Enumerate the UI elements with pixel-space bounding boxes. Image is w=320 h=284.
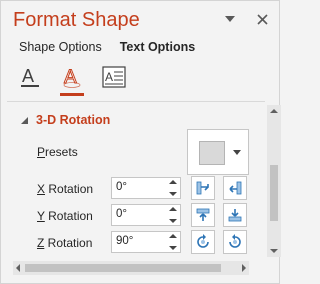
spin-up-icon[interactable] [169,207,177,211]
text-fill-outline-icon: A [21,66,39,87]
section-title: 3-D Rotation [36,113,111,127]
text-fill-outline-button[interactable]: A [17,63,43,91]
icon-tabs: A A A [17,63,127,96]
separator [7,101,265,102]
tab-text-options[interactable]: Text Options [120,40,195,54]
x-rotation-letter: X [37,182,46,196]
text-effects-icon: A [64,67,81,89]
scroll-up-icon[interactable] [270,109,278,113]
section-header-3d-rotation[interactable]: 3-D Rotation [21,113,110,127]
rotate-down-icon [228,209,242,222]
y-rotation-letter: Y [37,209,45,223]
tab-shape-options[interactable]: Shape Options [19,40,102,54]
scroll-left-icon[interactable] [16,264,20,272]
y-rotation-rest: Rotation [44,209,93,223]
spin-down-icon[interactable] [169,246,177,250]
spin-down-icon[interactable] [169,192,177,196]
x-rotation-left-button[interactable] [191,176,215,200]
spin-down-icon[interactable] [169,219,177,223]
z-rotation-value[interactable]: 90° [116,235,133,247]
z-rotation-label: Z Rotation [37,236,92,250]
y-rotation-spinner[interactable]: 0° [111,204,181,226]
svg-text:A: A [64,67,77,88]
y-rotation-value[interactable]: 0° [116,208,127,220]
textbox-icon: A [102,66,126,88]
z-rotation-clockwise-button[interactable] [223,230,247,254]
dropdown-arrow-icon [233,150,241,155]
x-rotation-spinner[interactable]: 0° [111,177,181,199]
horizontal-scrollbar[interactable] [13,261,249,275]
spin-up-icon[interactable] [169,234,177,238]
rotate-counterclockwise-icon [197,234,209,248]
preset-swatch [199,141,225,165]
rotate-up-icon [196,208,210,221]
vertical-scrollbar[interactable] [267,105,281,257]
x-rotation-label: X Rotation [37,182,93,196]
scroll-right-icon[interactable] [242,264,246,272]
x-rotation-value[interactable]: 0° [116,181,127,193]
scroll-down-icon[interactable] [270,249,278,253]
rotate-right-icon [229,181,242,195]
vertical-scroll-thumb[interactable] [270,165,278,221]
svg-text:A: A [22,66,34,86]
rotate-left-icon [196,181,209,195]
presets-dropdown[interactable] [187,129,249,175]
title-buttons [223,10,269,28]
z-rotation-rest: Rotation [44,236,93,250]
z-rotation-counterclockwise-button[interactable] [191,230,215,254]
collapse-triangle-icon [21,116,28,124]
close-icon [256,13,268,25]
y-rotation-down-button[interactable] [223,203,247,227]
format-shape-pane: Format Shape Shape Options Text Options … [0,0,281,284]
chevron-down-icon [225,16,235,22]
rotate-clockwise-icon [229,234,241,248]
x-rotation-right-button[interactable] [223,176,247,200]
spin-arrows [168,207,178,223]
task-pane-options-button[interactable] [223,10,237,28]
y-rotation-up-button[interactable] [191,203,215,227]
spin-arrows [168,180,178,196]
y-rotation-label: Y Rotation [37,209,93,223]
horizontal-scroll-thumb[interactable] [25,264,221,272]
options-scroll-area: 3-D Rotation Presets X Rotation 0° Y Rot… [1,105,267,257]
z-rotation-spinner[interactable]: 90° [111,231,181,253]
spin-up-icon[interactable] [169,180,177,184]
x-rotation-rest: Rotation [45,182,94,196]
text-effects-button[interactable]: A [59,63,85,96]
options-tabs: Shape Options Text Options [19,40,195,54]
presets-label: Presets [37,145,78,159]
close-button[interactable] [255,10,269,28]
spin-arrows [168,234,178,250]
pane-title: Format Shape [13,9,140,31]
presets-label-rest: resets [45,145,78,159]
textbox-button[interactable]: A [101,63,127,91]
svg-text:A: A [105,70,113,84]
presets-label-underline: P [37,145,46,159]
